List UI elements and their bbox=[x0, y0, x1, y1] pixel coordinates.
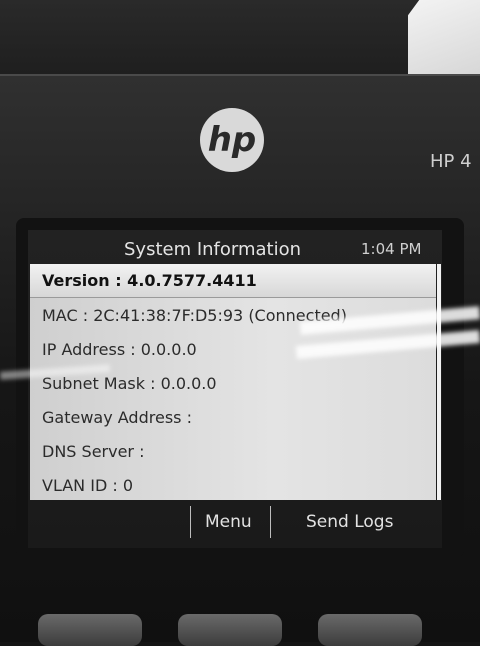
softkey-divider bbox=[190, 506, 191, 538]
hp-logo-text: hp bbox=[207, 120, 257, 160]
version-text: Version : 4.0.7577.4411 bbox=[42, 271, 257, 290]
subnet-mask-row[interactable]: Subnet Mask : 0.0.0.0 bbox=[30, 366, 436, 400]
screen-title: System Information bbox=[124, 239, 302, 260]
clock: 1:04 PM bbox=[361, 240, 422, 258]
scrollbar[interactable] bbox=[437, 264, 441, 500]
paper-card bbox=[408, 0, 480, 76]
hp-logo: hp bbox=[200, 108, 264, 172]
phone-model-label: HP 4 bbox=[430, 151, 472, 172]
vlan-id-row[interactable]: VLAN ID : 0 bbox=[30, 468, 436, 502]
mac-text: MAC : 2C:41:38:7F:D5:93 (Connected) bbox=[42, 305, 347, 325]
vlan-id-text: VLAN ID : 0 bbox=[42, 475, 134, 495]
softkey-bar: Menu Send Logs bbox=[28, 504, 442, 542]
screen-title-bar: System Information 1:04 PM bbox=[28, 230, 442, 264]
hardware-button[interactable] bbox=[318, 614, 422, 646]
subnet-mask-text: Subnet Mask : 0.0.0.0 bbox=[42, 373, 217, 393]
send-logs-softkey[interactable]: Send Logs bbox=[306, 512, 393, 532]
softkey-divider bbox=[270, 506, 271, 538]
ip-address-row[interactable]: IP Address : 0.0.0.0 bbox=[30, 332, 436, 366]
version-row[interactable]: Version : 4.0.7577.4411 bbox=[30, 264, 436, 298]
phone-screen: System Information 1:04 PM Version : 4.0… bbox=[28, 230, 442, 548]
hardware-button[interactable] bbox=[38, 614, 142, 646]
hardware-button[interactable] bbox=[178, 614, 282, 646]
mac-row[interactable]: MAC : 2C:41:38:7F:D5:93 (Connected) bbox=[30, 298, 436, 332]
gateway-address-row[interactable]: Gateway Address : bbox=[30, 400, 436, 434]
gateway-address-text: Gateway Address : bbox=[42, 407, 192, 427]
dns-server-row[interactable]: DNS Server : bbox=[30, 434, 436, 468]
menu-softkey[interactable]: Menu bbox=[205, 512, 252, 532]
ip-address-text: IP Address : 0.0.0.0 bbox=[42, 339, 197, 359]
info-list: Version : 4.0.7577.4411 MAC : 2C:41:38:7… bbox=[30, 264, 436, 500]
dns-server-text: DNS Server : bbox=[42, 441, 145, 461]
